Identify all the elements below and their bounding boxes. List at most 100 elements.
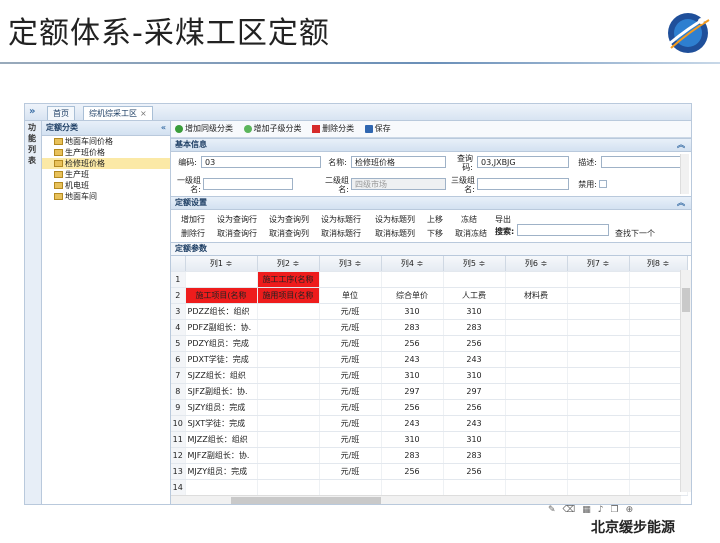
table-cell[interactable] [257,319,320,336]
name-field[interactable]: 检修班价格 [351,156,446,168]
table-cell[interactable]: MJZY组员：完成 [185,463,258,480]
table-cell[interactable] [567,367,630,384]
table-cell[interactable] [257,367,320,384]
table-cell[interactable]: MJFZ副组长：协. [185,447,258,464]
add-child-button[interactable]: 增加子级分类 [243,121,302,137]
table-cell[interactable]: 256 [443,335,506,352]
table-cell[interactable] [567,335,630,352]
column-header[interactable]: 列3 ≑ [319,256,382,272]
table-row[interactable]: 6 PDXT学徒：完成 元/班 243 243 [171,351,688,368]
table-row[interactable]: 1 施工工序(名称 [171,271,688,288]
table-cell[interactable]: 283 [381,319,444,336]
table-cell[interactable] [629,415,688,432]
column-header[interactable]: 列1 ≑ [185,256,258,272]
disable-checkbox[interactable] [599,180,607,188]
table-cell[interactable] [629,303,688,320]
column-header[interactable]: 列7 ≑ [567,256,630,272]
set-query-row-button[interactable]: 设为查询行 [217,214,257,225]
table-cell[interactable] [505,399,568,416]
table-cell[interactable]: 310 [381,431,444,448]
close-icon[interactable]: × [140,109,147,118]
table-cell[interactable]: 元/班 [319,463,382,480]
table-row[interactable]: 7 SJZZ组长：组织 元/班 310 310 [171,367,688,384]
set-title-col-button[interactable]: 设为标题列 [375,214,415,225]
table-cell[interactable] [185,271,258,288]
table-cell[interactable]: PDZY组员：完成 [185,335,258,352]
table-cell[interactable] [567,447,630,464]
table-cell[interactable]: SJZZ组长：组织 [185,367,258,384]
move-up-button[interactable]: 上移 [427,214,443,225]
table-cell[interactable] [629,367,688,384]
table-cell[interactable]: 256 [443,399,506,416]
table-cell[interactable] [629,319,688,336]
table-cell[interactable] [567,415,630,432]
table-cell[interactable] [629,335,688,352]
table-cell[interactable]: 元/班 [319,415,382,432]
unfreeze-button[interactable]: 取消冻结 [455,228,487,239]
column-header[interactable]: 列6 ≑ [505,256,568,272]
table-cell[interactable] [629,479,688,496]
grid-horizontal-scrollbar[interactable] [171,495,681,504]
table-cell[interactable]: 元/班 [319,447,382,464]
table-cell[interactable]: 283 [443,319,506,336]
table-cell[interactable] [257,335,320,352]
table-cell[interactable]: 综合单价 [381,287,444,304]
table-cell[interactable] [257,399,320,416]
grid-vertical-scrollbar[interactable] [680,270,691,492]
tree-item-selected[interactable]: 检修班价格 [42,158,170,169]
table-cell[interactable] [567,303,630,320]
save-button[interactable]: 保存 [364,121,391,137]
table-cell[interactable]: 283 [381,447,444,464]
table-cell[interactable] [567,431,630,448]
table-cell[interactable] [567,399,630,416]
table-cell[interactable] [257,479,320,496]
table-cell[interactable] [505,463,568,480]
table-row[interactable]: 10 SJXT学徒：完成 元/班 243 243 [171,415,688,432]
tab-home[interactable]: 首页 [47,106,75,120]
table-cell[interactable] [319,479,382,496]
cancel-query-col-button[interactable]: 取消查询列 [269,228,309,239]
table-cell[interactable]: 单位 [319,287,382,304]
table-cell[interactable]: 256 [443,463,506,480]
table-cell[interactable] [567,287,630,304]
delete-category-button[interactable]: 删除分类 [312,121,354,137]
table-cell[interactable] [505,303,568,320]
table-cell[interactable]: PDFZ副组长：协. [185,319,258,336]
table-cell[interactable]: 材料费 [505,287,568,304]
search-input[interactable] [517,224,609,236]
table-cell[interactable]: 297 [381,383,444,400]
tree-item[interactable]: 生产班价格 [42,147,170,158]
set-query-col-button[interactable]: 设为查询列 [269,214,309,225]
move-down-button[interactable]: 下移 [427,228,443,239]
desc-field[interactable] [601,156,685,168]
table-cell[interactable]: SJXT学徒：完成 [185,415,258,432]
export-button[interactable]: 导出 [495,214,511,225]
add-row-button[interactable]: 增加行 [181,214,205,225]
tree-item[interactable]: 生产班 [42,169,170,180]
table-cell[interactable]: 283 [443,447,506,464]
table-row[interactable]: 14 [171,479,688,496]
table-cell[interactable] [319,271,382,288]
table-cell[interactable]: 元/班 [319,431,382,448]
table-row[interactable]: 12 MJFZ副组长：协. 元/班 283 283 [171,447,688,464]
form-scrollbar[interactable] [680,154,689,194]
table-cell[interactable] [443,271,506,288]
table-cell[interactable] [505,351,568,368]
cancel-title-row-button[interactable]: 取消标题行 [321,228,361,239]
column-header[interactable]: 列8 ≑ [629,256,688,272]
table-cell[interactable] [567,271,630,288]
table-cell[interactable]: 施用项目(名称 [257,287,320,304]
expand-menu-icon[interactable]: » [29,106,35,117]
table-cell[interactable]: 256 [381,335,444,352]
function-list-rail[interactable]: 功 能 列 表 [25,121,42,504]
column-header[interactable]: 列4 ≑ [381,256,444,272]
column-header[interactable]: 列2 ≑ [257,256,320,272]
table-cell[interactable] [567,383,630,400]
table-cell[interactable] [505,431,568,448]
tree-item[interactable]: 地面车间价格 [42,136,170,147]
table-cell[interactable] [257,383,320,400]
cancel-query-row-button[interactable]: 取消查询行 [217,228,257,239]
speaker-icon[interactable]: ♪ [598,505,611,515]
tree-item[interactable]: 机电班 [42,180,170,191]
table-cell[interactable] [381,479,444,496]
